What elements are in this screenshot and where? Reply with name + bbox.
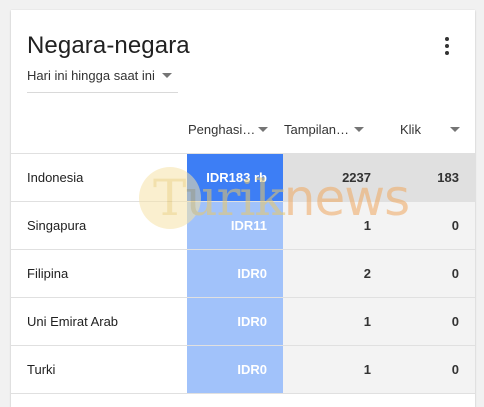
column-header-clicks[interactable]: Klik bbox=[387, 122, 475, 138]
column-header-impressions[interactable]: Tampilan… bbox=[284, 122, 387, 138]
sort-down-icon bbox=[354, 127, 364, 132]
revenue-cell: IDR0 bbox=[187, 250, 283, 297]
impressions-cell: 2237 bbox=[283, 154, 387, 201]
country-name: Indonesia bbox=[27, 170, 84, 185]
table-row[interactable]: Filipina IDR0 2 0 bbox=[11, 250, 475, 298]
countries-card: Negara-negara Hari ini hingga saat ini P… bbox=[11, 10, 475, 407]
country-name: Uni Emirat Arab bbox=[27, 314, 119, 329]
column-header-label: Klik bbox=[400, 122, 421, 137]
country-name: Filipina bbox=[27, 266, 69, 281]
column-header-label: Tampilan… bbox=[284, 122, 350, 137]
revenue-cell: IDR11 bbox=[187, 202, 283, 249]
chevron-down-icon bbox=[162, 73, 172, 78]
revenue-cell: IDR183 rb bbox=[187, 154, 283, 201]
impressions-cell: 1 bbox=[283, 298, 387, 345]
country-name: Singapura bbox=[27, 218, 87, 233]
clicks-cell: 0 bbox=[387, 346, 475, 393]
table-row[interactable]: Turki IDR0 1 0 bbox=[11, 346, 475, 394]
table-row[interactable]: Singapura IDR11 1 0 bbox=[11, 202, 475, 250]
date-range-dropdown[interactable]: Hari ini hingga saat ini bbox=[27, 68, 178, 93]
countries-table: Indonesia IDR183 rb 2237 183 Singapura I… bbox=[11, 154, 475, 394]
table-row[interactable]: Indonesia IDR183 rb 2237 183 bbox=[11, 154, 475, 202]
sort-down-icon bbox=[450, 127, 460, 132]
revenue-cell: IDR0 bbox=[187, 298, 283, 345]
clicks-cell: 0 bbox=[387, 202, 475, 249]
clicks-cell: 0 bbox=[387, 250, 475, 297]
table-row[interactable]: Uni Emirat Arab IDR0 1 0 bbox=[11, 298, 475, 346]
sort-down-icon bbox=[258, 127, 268, 132]
country-name: Turki bbox=[27, 362, 56, 377]
more-vert-icon[interactable] bbox=[435, 34, 459, 58]
clicks-cell: 0 bbox=[387, 298, 475, 345]
column-header-revenue[interactable]: Penghasi… bbox=[188, 122, 284, 138]
revenue-cell: IDR0 bbox=[187, 346, 283, 393]
date-range-label: Hari ini hingga saat ini bbox=[27, 68, 155, 83]
impressions-cell: 1 bbox=[283, 202, 387, 249]
column-header-label: Penghasi… bbox=[188, 122, 256, 137]
clicks-cell: 183 bbox=[387, 154, 475, 201]
impressions-cell: 2 bbox=[283, 250, 387, 297]
card-title: Negara-negara bbox=[27, 32, 190, 59]
impressions-cell: 1 bbox=[283, 346, 387, 393]
